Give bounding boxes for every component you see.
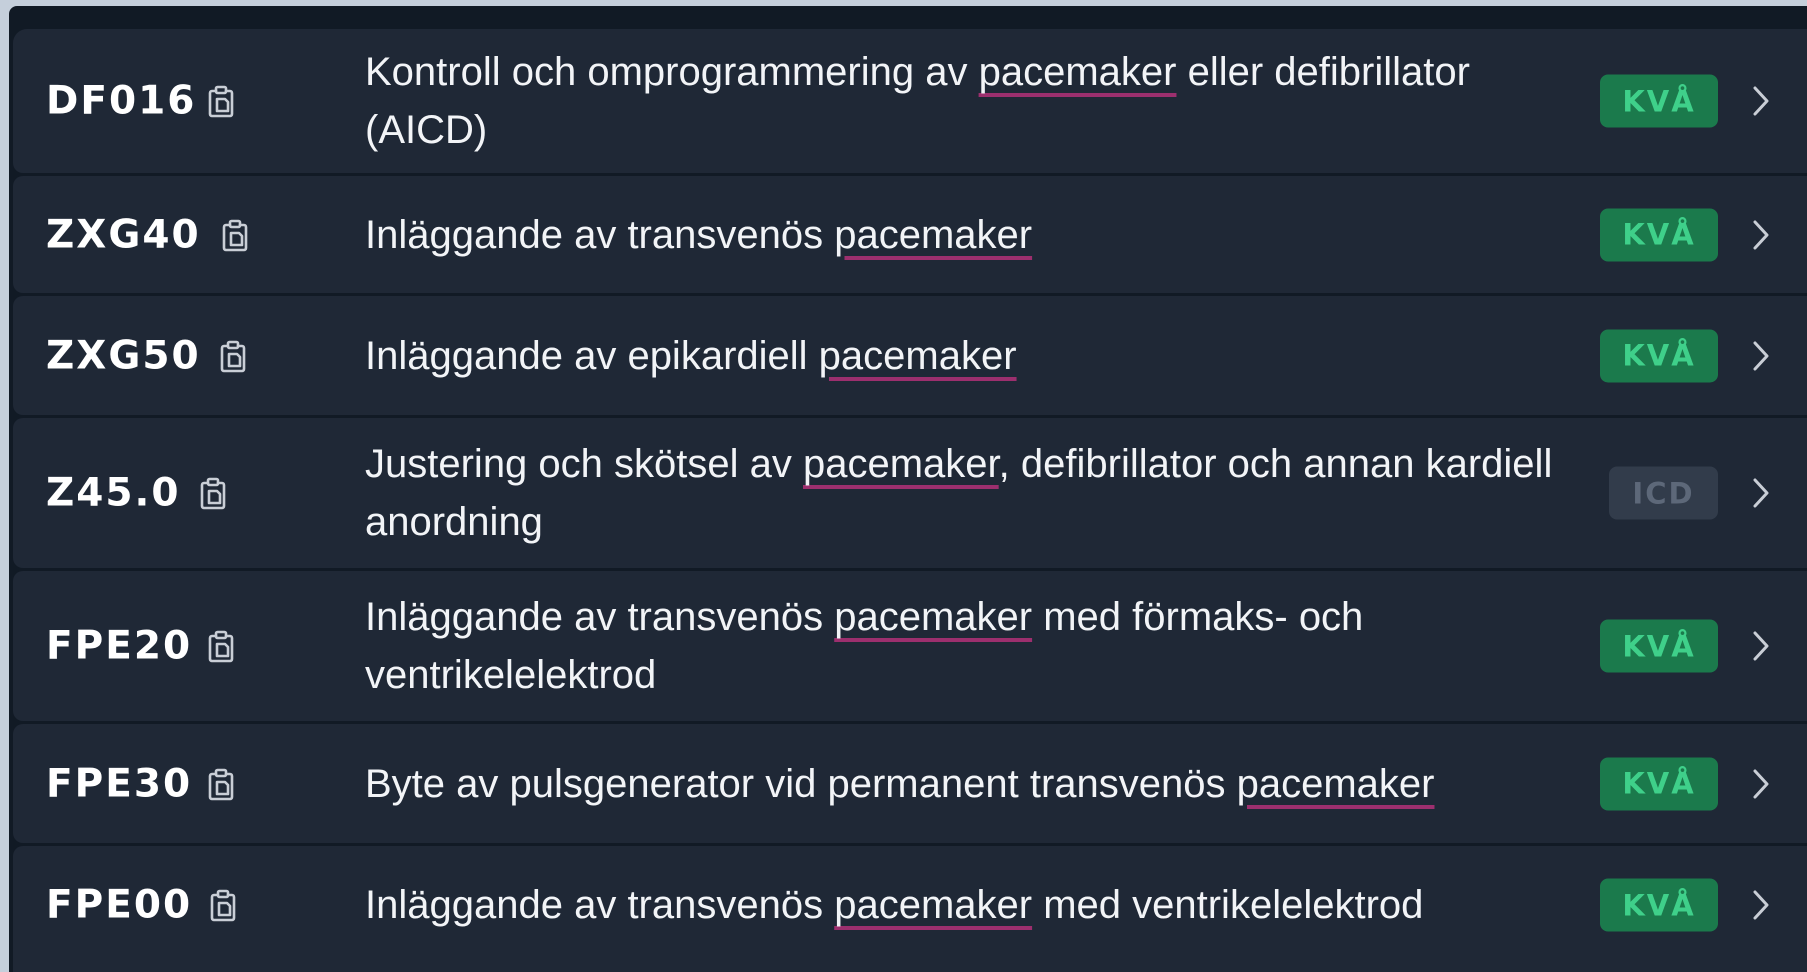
code-label: ZXG50 [46,333,201,378]
copy-icon[interactable] [201,626,241,666]
code-description: Justering och skötsel av pacemaker, defi… [365,442,1553,544]
list-item[interactable]: ZXG50 Inläggande av epikardiell pacemake… [13,296,1807,415]
chevron-right-icon[interactable] [1748,217,1774,253]
list-item[interactable]: ZXG40 Inläggande av transvenös pacemaker… [13,176,1807,293]
classification-badge: KVÅ [1600,74,1718,128]
copy-icon[interactable] [201,764,241,804]
code-label: DF016 [46,78,197,124]
chevron-right-icon[interactable] [1748,338,1774,374]
list-item[interactable]: FPE30 Byte av pulsgenerator vid permanen… [13,724,1807,843]
code-description: Kontroll och omprogrammering av pacemake… [365,50,1470,152]
code-description: Inläggande av transvenös pacemaker med f… [365,595,1364,697]
list-item[interactable]: FPE00 Inläggande av transvenös pacemaker… [13,846,1807,972]
code-label: FPE00 [46,882,193,928]
copy-icon[interactable] [201,81,241,121]
copy-icon[interactable] [215,215,255,255]
list-item[interactable]: DF016 Kontroll och omprogrammering av pa… [13,29,1807,173]
search-highlight: pacemaker [818,333,1017,378]
list-item[interactable]: Z45.0 Justering och skötsel av pacemaker… [13,418,1807,568]
classification-badge: KVÅ [1600,329,1718,382]
code-label: FPE20 [46,623,193,669]
code-label: Z45.0 [46,470,181,516]
search-highlight: pacemaker [834,595,1033,639]
search-highlight: pacemaker [978,50,1177,94]
chevron-right-icon[interactable] [1748,766,1774,802]
copy-icon[interactable] [213,336,253,376]
search-highlight: pacemaker [834,212,1033,257]
code-result-list: DF016 Kontroll och omprogrammering av pa… [13,29,1807,972]
classification-badge: KVÅ [1600,208,1718,261]
copy-icon[interactable] [193,473,233,513]
chevron-right-icon[interactable] [1748,887,1774,923]
classification-badge: ICD [1609,466,1718,520]
chevron-right-icon[interactable] [1748,628,1774,664]
code-description: Inläggande av transvenös pacemaker med v… [365,883,1424,927]
chevron-right-icon[interactable] [1748,83,1774,119]
code-description: Inläggande av transvenös pacemaker [365,212,1033,257]
results-panel: DF016 Kontroll och omprogrammering av pa… [9,6,1807,972]
classification-badge: KVÅ [1600,757,1718,810]
search-highlight: pacemaker [1236,761,1435,806]
search-highlight: pacemaker [803,442,999,486]
code-description: Byte av pulsgenerator vid permanent tran… [365,761,1435,806]
classification-badge: KVÅ [1600,619,1718,673]
classification-badge: KVÅ [1600,878,1718,932]
code-label: ZXG40 [46,212,201,257]
copy-icon[interactable] [203,885,243,925]
chevron-right-icon[interactable] [1748,475,1774,511]
code-label: FPE30 [46,761,193,806]
search-highlight: pacemaker [834,883,1033,927]
code-description: Inläggande av epikardiell pacemaker [365,333,1017,378]
list-item[interactable]: FPE20 Inläggande av transvenös pacemaker… [13,571,1807,721]
